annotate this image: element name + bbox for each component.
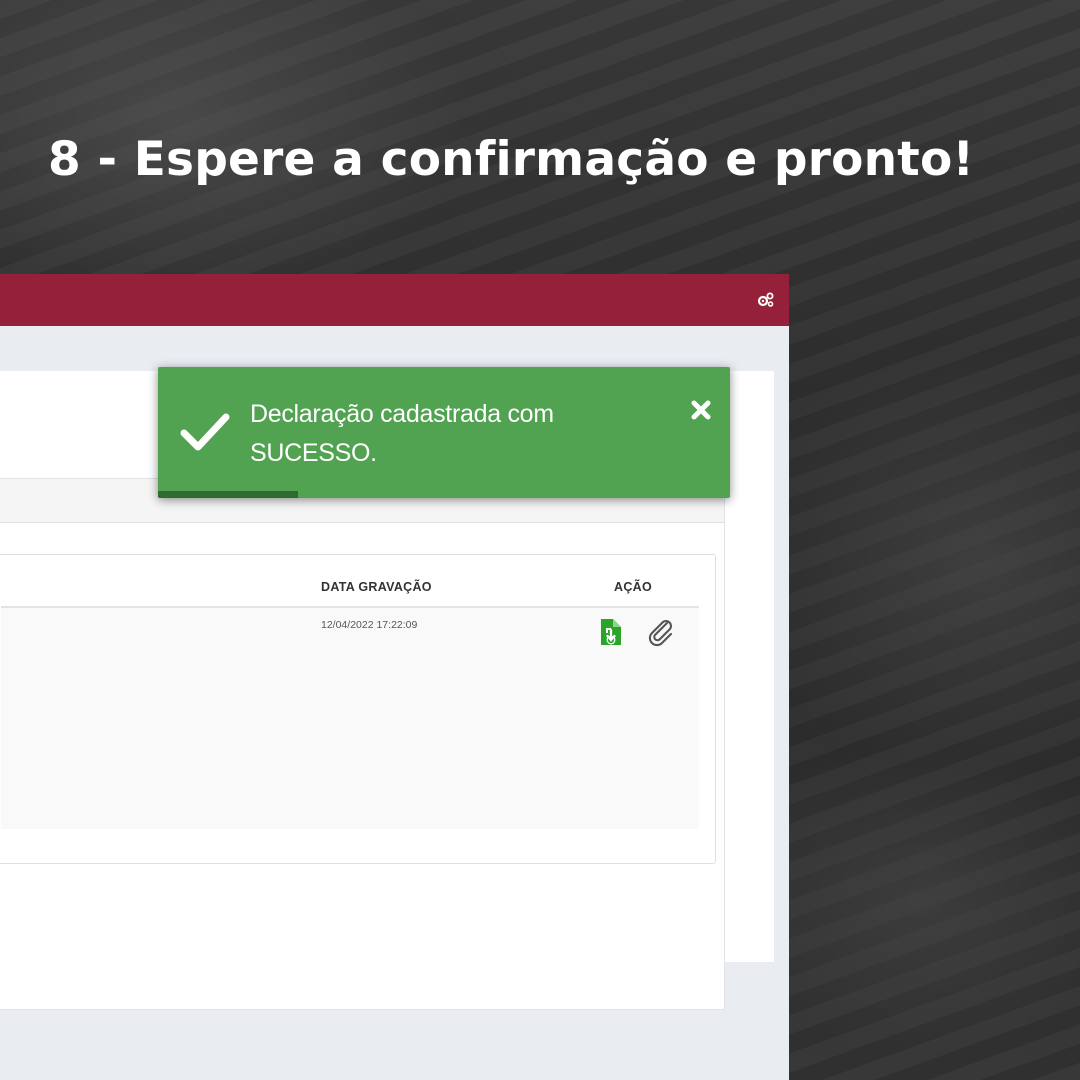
download-file-icon[interactable] (600, 618, 622, 646)
checkmark-icon (180, 413, 230, 451)
top-navbar (0, 274, 789, 326)
column-header-date[interactable]: DATA GRAVAÇÃO (321, 580, 432, 594)
page-headline: 8 - Espere a confirmação e pronto! (48, 132, 975, 187)
toast-message-line-2: SUCESSO. (250, 439, 377, 467)
table-row: 12/04/2022 17:22:09 (1, 608, 699, 829)
paperclip-icon[interactable] (646, 617, 676, 647)
success-toast[interactable]: Declaração cadastrada com SUCESSO. (158, 367, 730, 498)
column-header-action: AÇÃO (614, 580, 653, 594)
gears-icon[interactable] (757, 292, 775, 308)
toast-message: Declaração cadastrada com SUCESSO. (250, 395, 650, 473)
declarations-table: DATA GRAVAÇÃO AÇÃO 12/04/2022 17:22:09 (0, 554, 716, 864)
toast-message-line-1: Declaração cadastrada com (250, 400, 554, 428)
table-header: DATA GRAVAÇÃO AÇÃO (1, 555, 699, 608)
cell-record-date: 12/04/2022 17:22:09 (321, 619, 418, 631)
toast-progress-bar (158, 491, 299, 498)
close-icon[interactable] (690, 399, 712, 421)
